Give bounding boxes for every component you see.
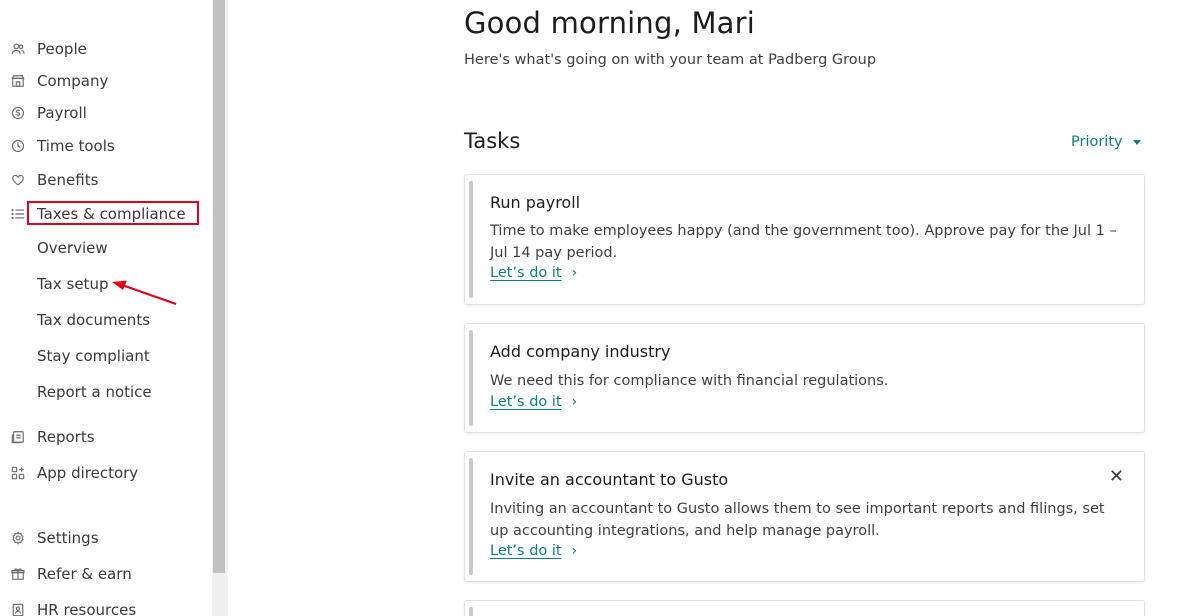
task-card: Run payroll Time to make employees happy… (464, 174, 1145, 305)
sidebar-item-label: Payroll (37, 104, 87, 122)
highlight-box-taxes-compliance (27, 201, 199, 225)
sidebar-item-reports[interactable]: Reports (10, 425, 95, 449)
gear-icon (10, 530, 26, 546)
sidebar-scrollbar-thumb[interactable] (213, 0, 225, 573)
page-subtitle: Here's what's going on with your team at… (464, 52, 877, 68)
payroll-icon (10, 105, 26, 121)
cta-label: Let’s do it (490, 394, 562, 410)
priority-sort-dropdown[interactable]: Priority (1071, 134, 1141, 150)
chevron-right-icon: › (571, 265, 578, 281)
heart-icon (10, 172, 26, 188)
sidebar-item-label: Time tools (37, 137, 115, 155)
list-icon (10, 206, 26, 222)
sidebar-subitem-label: Overview (37, 239, 108, 257)
sidebar-subitem-report-notice[interactable]: Report a notice (37, 381, 152, 403)
task-title: Invite an accountant to Gusto (490, 470, 729, 489)
task-card (464, 600, 1145, 616)
card-accent-bar (469, 181, 473, 298)
sidebar-subitem-overview[interactable]: Overview (37, 237, 108, 259)
reports-icon (10, 429, 26, 445)
clock-icon (10, 138, 26, 154)
caret-down-icon (1132, 139, 1141, 145)
task-description: We need this for compliance with financi… (490, 373, 889, 389)
task-title: Add company industry (490, 342, 671, 361)
sidebar-item-payroll[interactable]: Payroll (10, 101, 87, 125)
lets-do-it-link[interactable]: Let’s do it › (490, 543, 577, 559)
sidebar-subitem-label: Tax setup (37, 275, 109, 293)
sidebar-subitem-tax-documents[interactable]: Tax documents (37, 309, 150, 331)
sidebar-item-benefits[interactable]: Benefits (10, 168, 98, 192)
priority-label: Priority (1071, 134, 1123, 150)
annotation-arrow-icon (112, 280, 177, 306)
task-card: Add company industry We need this for co… (464, 323, 1145, 433)
sidebar-subitem-label: Tax documents (37, 311, 151, 329)
card-accent-bar (469, 330, 473, 426)
sidebar-subitem-stay-compliant[interactable]: Stay compliant (37, 345, 150, 367)
sidebar-item-label: HR resources (37, 601, 137, 616)
gift-icon (10, 566, 26, 582)
cta-label: Let’s do it (490, 543, 562, 559)
lets-do-it-link[interactable]: Let’s do it › (490, 265, 577, 281)
apps-icon (10, 465, 26, 481)
cta-label: Let’s do it (490, 265, 562, 281)
sidebar-item-label: Reports (37, 428, 95, 446)
lets-do-it-link[interactable]: Let’s do it › (490, 394, 577, 410)
sidebar-item-label: Settings (37, 529, 99, 547)
sidebar-item-people[interactable]: People (10, 37, 87, 61)
card-accent-bar (469, 458, 473, 575)
sidebar-item-hr-resources[interactable]: HR resources (10, 598, 136, 616)
sidebar-subitem-label: Stay compliant (37, 347, 150, 365)
sidebar-item-label: People (37, 40, 87, 58)
company-icon (10, 73, 26, 89)
sidebar-item-label: Company (37, 72, 109, 90)
sidebar-item-label: Benefits (37, 171, 99, 189)
close-icon[interactable]: ✕ (1109, 468, 1124, 486)
card-accent-bar (469, 607, 473, 616)
people-icon (10, 41, 26, 57)
sidebar-item-company[interactable]: Company (10, 69, 108, 93)
sidebar-item-app-directory[interactable]: App directory (10, 461, 138, 485)
hr-resources-icon (10, 602, 26, 616)
sidebar-item-label: Refer & earn (37, 565, 132, 583)
sidebar-subitem-label: Report a notice (37, 383, 152, 401)
task-description: Time to make employees happy (and the go… (490, 223, 1117, 261)
chevron-right-icon: › (571, 543, 578, 559)
sidebar-subitem-tax-setup[interactable]: Tax setup (37, 273, 108, 295)
chevron-right-icon: › (571, 394, 578, 410)
tasks-heading: Tasks (464, 129, 521, 153)
sidebar-item-settings[interactable]: Settings (10, 526, 99, 550)
sidebar-item-time-tools[interactable]: Time tools (10, 134, 115, 158)
task-title: Run payroll (490, 193, 581, 212)
task-description: Inviting an accountant to Gusto allows t… (490, 501, 1105, 539)
sidebar-item-label: App directory (37, 464, 139, 482)
task-card: Invite an accountant to Gusto ✕ Inviting… (464, 451, 1145, 582)
sidebar-item-refer-earn[interactable]: Refer & earn (10, 562, 132, 586)
page-title: Good morning, Mari (464, 6, 756, 40)
